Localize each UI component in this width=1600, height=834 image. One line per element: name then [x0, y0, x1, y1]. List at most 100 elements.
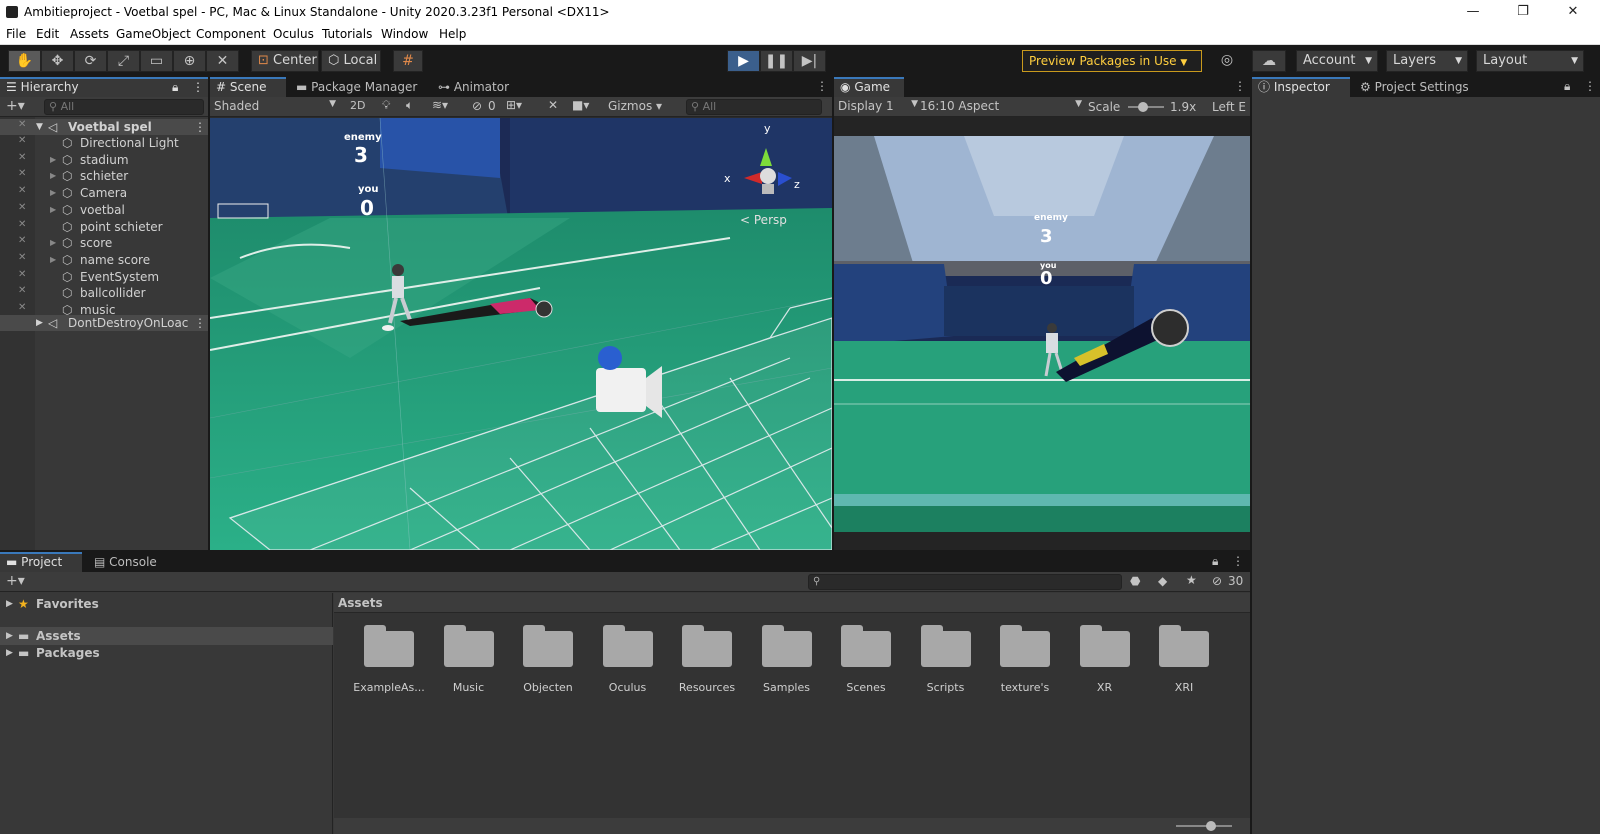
2d-toggle[interactable]: 2D — [350, 99, 365, 112]
scene-viewport[interactable]: enemy 3 you 0 y x z < Persp — [210, 118, 832, 550]
folder-label[interactable]: Objecten — [508, 681, 588, 694]
menu-component[interactable]: Component — [196, 27, 266, 41]
expand-arrow-icon[interactable]: ▼ — [36, 119, 43, 135]
dontdestroy-row[interactable]: ▶ ◁ DontDestroyOnLoac ⋮ — [0, 315, 208, 331]
add-icon[interactable]: +▾ — [6, 98, 25, 114]
eye-selector[interactable]: Left E — [1212, 100, 1250, 114]
grid-snap-button[interactable]: # — [393, 50, 423, 72]
menu-help[interactable]: Help — [439, 27, 466, 41]
hidden-packages-icon[interactable]: ⊘ — [1212, 574, 1222, 588]
folder-label[interactable]: ExampleAs... — [349, 681, 429, 694]
gizmos-dropdown[interactable]: Gizmos ▾ — [608, 99, 662, 113]
folder-label[interactable]: XRI — [1144, 681, 1224, 694]
visibility-icon[interactable]: ✕ — [18, 152, 30, 164]
breadcrumb-assets[interactable]: Assets — [338, 596, 383, 610]
more-menu-icon[interactable]: ⋮ — [1234, 79, 1246, 93]
hierarchy-item[interactable]: ✕ ▶ ⬡ voetbal — [0, 202, 208, 218]
folder-label[interactable]: Scenes — [826, 681, 906, 694]
more-menu-icon[interactable]: ⋮ — [816, 79, 828, 93]
move-tool-button[interactable]: ✥ — [41, 50, 74, 72]
tab-game[interactable]: ◉ Game — [834, 77, 904, 97]
more-menu-icon[interactable]: ⋮ — [194, 119, 206, 135]
account-dropdown[interactable]: Account ▼ — [1296, 50, 1378, 72]
icon-size-handle[interactable] — [1206, 821, 1216, 831]
folder-icon[interactable] — [761, 625, 812, 667]
restore-button[interactable]: ❐ — [1500, 2, 1546, 22]
play-button[interactable]: ▶ — [727, 50, 760, 72]
folder-label[interactable]: Scripts — [906, 681, 986, 694]
more-menu-icon[interactable]: ⋮ — [194, 315, 206, 331]
transform-tool-button[interactable]: ⊕ — [173, 50, 206, 72]
hand-tool-button[interactable]: ✋ — [8, 50, 41, 72]
visibility-icon[interactable]: ✕ — [18, 235, 30, 247]
hierarchy-item[interactable]: ✕ ▶ ⬡ schieter — [0, 168, 208, 184]
hierarchy-item[interactable]: ✕ ▶ ⬡ score — [0, 235, 208, 251]
visibility-icon[interactable]: ✕ — [18, 269, 30, 281]
label-icon[interactable]: ◆ — [1158, 574, 1167, 588]
folder-label[interactable]: Resources — [667, 681, 747, 694]
menu-gameobject[interactable]: GameObject — [116, 27, 191, 41]
favorites-row[interactable]: ▶ ★ Favorites — [0, 595, 333, 613]
tab-package-manager[interactable]: ▬ Package Manager — [290, 77, 430, 97]
persp-label[interactable]: < Persp — [740, 213, 787, 227]
icon-size-slider[interactable] — [1176, 821, 1232, 831]
tab-project[interactable]: ▬ Project — [0, 552, 82, 572]
hidden-objects-icon[interactable]: ⊘ — [472, 99, 482, 113]
collab-button[interactable]: ◎ — [1214, 50, 1240, 72]
effects-icon[interactable]: ≋▾ — [432, 98, 448, 112]
rect-tool-button[interactable]: ▭ — [140, 50, 173, 72]
tab-console[interactable]: ▤ Console — [88, 552, 168, 572]
expand-arrow-icon[interactable]: ▶ — [36, 315, 43, 331]
step-button[interactable]: ▶| — [793, 50, 826, 72]
preview-packages-button[interactable]: Preview Packages in Use ▼ — [1022, 50, 1202, 72]
scale-tool-button[interactable]: ⤢ — [107, 50, 140, 72]
hierarchy-item[interactable]: ✕ ⬡ point schieter — [0, 219, 208, 235]
more-menu-icon[interactable]: ⋮ — [1232, 554, 1244, 568]
scene-search-input[interactable]: ⚲ All — [686, 99, 822, 115]
folder-icon[interactable] — [1159, 625, 1209, 667]
favorite-star-icon[interactable]: ★ — [1186, 573, 1197, 587]
layout-dropdown[interactable]: Layout ▼ — [1476, 50, 1584, 72]
hierarchy-item[interactable]: ✕ ▶ ⬡ stadium — [0, 152, 208, 168]
menu-edit[interactable]: Edit — [36, 27, 59, 41]
folder-label[interactable]: Music — [429, 681, 509, 694]
hierarchy-search-input[interactable]: ⚲ All — [44, 99, 204, 115]
shading-dropdown[interactable]: Shaded ▼ — [214, 99, 340, 113]
hierarchy-item[interactable]: ✕ ▶ ⬡ name score — [0, 252, 208, 268]
layers-dropdown[interactable]: Layers ▼ — [1386, 50, 1468, 72]
lock-icon[interactable]: 🔒︎ — [1564, 79, 1570, 94]
hierarchy-item[interactable]: ✕ ⬡ Directional Light — [0, 135, 208, 151]
folder-icon[interactable] — [682, 625, 732, 667]
folder-label[interactable]: XR — [1065, 681, 1145, 694]
lighting-icon[interactable]: 💡︎ — [382, 98, 390, 113]
expand-arrow-icon[interactable]: ▶ — [50, 202, 56, 218]
expand-arrow-icon[interactable]: ▶ — [50, 252, 56, 268]
lock-icon[interactable]: 🔒︎ — [172, 79, 178, 96]
space-toggle[interactable]: ⬡ Local — [321, 50, 381, 72]
cloud-button[interactable]: ☁ — [1252, 50, 1286, 72]
folder-label[interactable]: texture's — [985, 681, 1065, 694]
menu-oculus[interactable]: Oculus — [273, 27, 314, 41]
grid-toggle-icon[interactable]: ⊞▾ — [506, 98, 522, 112]
folder-icon[interactable] — [920, 625, 971, 667]
visibility-icon[interactable]: ✕ — [18, 219, 30, 231]
tab-animator[interactable]: ⊶ Animator — [432, 77, 522, 97]
folder-label[interactable]: Oculus — [588, 681, 668, 694]
visibility-icon[interactable]: ✕ — [18, 302, 30, 314]
game-viewport[interactable]: enemy 3 you 0 — [834, 136, 1250, 532]
scale-slider-handle[interactable] — [1138, 102, 1148, 112]
pivot-toggle[interactable]: ⊡ Center — [251, 50, 319, 72]
close-button[interactable]: ✕ — [1550, 2, 1596, 22]
tab-hierarchy[interactable]: ☰ Hierarchy 🔒︎ ⋮ — [0, 77, 208, 97]
menu-file[interactable]: File — [6, 27, 26, 41]
rotate-tool-button[interactable]: ⟳ — [74, 50, 107, 72]
project-search-input[interactable]: ⚲ — [808, 574, 1122, 590]
more-menu-icon[interactable]: ⋮ — [192, 79, 204, 96]
tab-project-settings[interactable]: ⚙ Project Settings — [1354, 77, 1484, 97]
folder-icon[interactable] — [523, 625, 573, 667]
visibility-icon[interactable]: ✕ — [18, 119, 30, 131]
hierarchy-item[interactable]: ✕ ⬡ EventSystem — [0, 269, 208, 285]
folder-icon[interactable] — [602, 625, 653, 667]
tree-row-packages[interactable]: ▶ ▬ Packages — [0, 644, 333, 662]
folder-icon[interactable] — [364, 625, 414, 667]
